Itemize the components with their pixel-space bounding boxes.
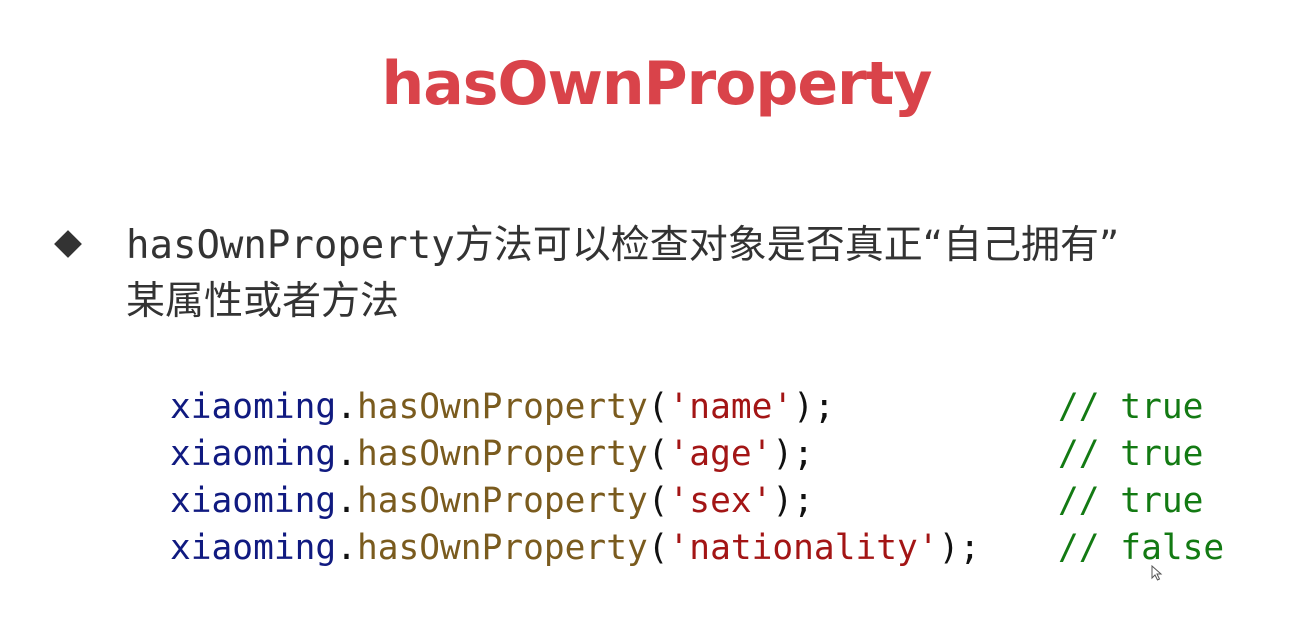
- code-dot: .: [336, 528, 357, 568]
- code-line: xiaoming.hasOwnProperty('nationality'); /…: [170, 525, 1250, 572]
- code-object: xiaoming: [170, 528, 337, 568]
- code-string-arg: 'name': [668, 387, 794, 427]
- code-method: hasOwnProperty: [356, 387, 648, 427]
- code-dot: .: [336, 434, 357, 474]
- bullet-text: hasOwnProperty方法可以检查对象是否真正“自己拥有” 某属性或者方法: [126, 218, 1206, 330]
- bullet-term: hasOwnProperty: [126, 223, 455, 268]
- slide-title: hasOwnProperty: [381, 49, 933, 119]
- bullet-text-line1: 方法可以检查对象是否真正“自己拥有”: [454, 223, 1120, 268]
- code-method: hasOwnProperty: [356, 528, 648, 568]
- code-line: xiaoming.hasOwnProperty('sex'); // true: [170, 478, 1250, 525]
- code-comment: // true: [1058, 434, 1204, 474]
- code-open-paren: (: [647, 387, 669, 427]
- code-comment: // false: [1058, 528, 1225, 568]
- code-open-paren: (: [647, 528, 669, 568]
- code-method: hasOwnProperty: [356, 481, 648, 521]
- code-string-arg: 'age': [668, 434, 773, 474]
- code-string-arg: 'nationality': [668, 528, 939, 568]
- code-string-arg: 'sex': [668, 481, 773, 521]
- code-close: );: [772, 434, 814, 474]
- code-close: );: [938, 528, 981, 568]
- slide: hasOwnProperty hasOwnProperty方法可以检查对象是否真…: [0, 0, 1313, 639]
- code-close: );: [772, 481, 814, 521]
- code-open-paren: (: [647, 481, 669, 521]
- code-comment: // true: [1058, 481, 1204, 521]
- code-open-paren: (: [647, 434, 669, 474]
- code-close: );: [793, 387, 835, 427]
- code-method: hasOwnProperty: [356, 434, 648, 474]
- code-line: xiaoming.hasOwnProperty('age'); // true: [170, 431, 1250, 478]
- code-line: xiaoming.hasOwnProperty('name'); // true: [170, 384, 1250, 431]
- code-comment: // true: [1058, 387, 1204, 427]
- bullet-text-line2: 某属性或者方法: [126, 279, 400, 324]
- code-object: xiaoming: [170, 387, 337, 427]
- code-object: xiaoming: [170, 481, 337, 521]
- mouse-cursor-icon: [1151, 565, 1163, 581]
- code-dot: .: [336, 481, 357, 521]
- code-block: xiaoming.hasOwnProperty('name');// true …: [170, 384, 1250, 572]
- code-dot: .: [336, 387, 357, 427]
- code-object: xiaoming: [170, 434, 337, 474]
- diamond-bullet-icon: [54, 230, 82, 258]
